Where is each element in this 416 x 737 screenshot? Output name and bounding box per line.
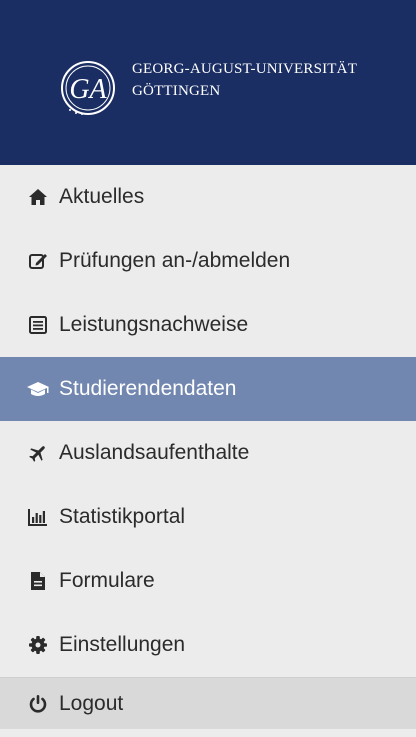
nav-label: Einstellungen (59, 633, 186, 656)
list-icon (26, 313, 50, 337)
bar-chart-icon (26, 505, 50, 529)
nav-label: Prüfungen an-/abmelden (59, 249, 291, 272)
sidebar-nav: Aktuelles Prüfungen an-/abmelden Leistun… (0, 165, 416, 729)
nav-label: Statistikportal (59, 505, 186, 528)
university-name-line1: GEORG-AUGUST-UNIVERSITÄT (132, 61, 358, 77)
nav-item-studierendendaten[interactable]: Studierendendaten (0, 357, 416, 421)
logout-button[interactable]: Logout (0, 677, 416, 729)
edit-icon (26, 249, 50, 273)
nav-label: Auslandsaufenthalte (59, 441, 250, 464)
nav-item-aktuelles[interactable]: Aktuelles (0, 165, 416, 229)
logo-letters: GA (69, 74, 107, 105)
nav-item-pruefungen[interactable]: Prüfungen an-/abmelden (0, 229, 416, 293)
nav-label: Studierendendaten (59, 377, 237, 400)
university-name: GEORG-AUGUST-UNIVERSITÄT GÖTTINGEN (132, 58, 357, 102)
power-icon (26, 692, 50, 716)
nav-label: Leistungsnachweise (59, 313, 249, 336)
logout-label: Logout (59, 691, 124, 715)
university-name-line2: GÖTTINGEN (132, 83, 221, 99)
header-banner: GA GEORG-AUGUST-UNIVERSITÄT GÖTTINGEN (0, 0, 416, 165)
nav-item-auslandsaufenthalte[interactable]: Auslandsaufenthalte (0, 421, 416, 485)
university-seal-icon: GA (61, 61, 115, 115)
nav-item-formulare[interactable]: Formulare (0, 549, 416, 613)
nav-item-leistungsnachweise[interactable]: Leistungsnachweise (0, 293, 416, 357)
graduation-cap-icon (26, 377, 50, 401)
nav-label: Formulare (59, 569, 155, 592)
nav-label: Aktuelles (59, 185, 145, 208)
document-icon (26, 569, 50, 593)
nav-item-einstellungen[interactable]: Einstellungen (0, 613, 416, 677)
nav-item-statistikportal[interactable]: Statistikportal (0, 485, 416, 549)
home-icon (26, 185, 50, 209)
gear-icon (26, 633, 50, 657)
university-logo[interactable]: GA GEORG-AUGUST-UNIVERSITÄT GÖTTINGEN (48, 48, 357, 128)
plane-icon (26, 441, 50, 465)
